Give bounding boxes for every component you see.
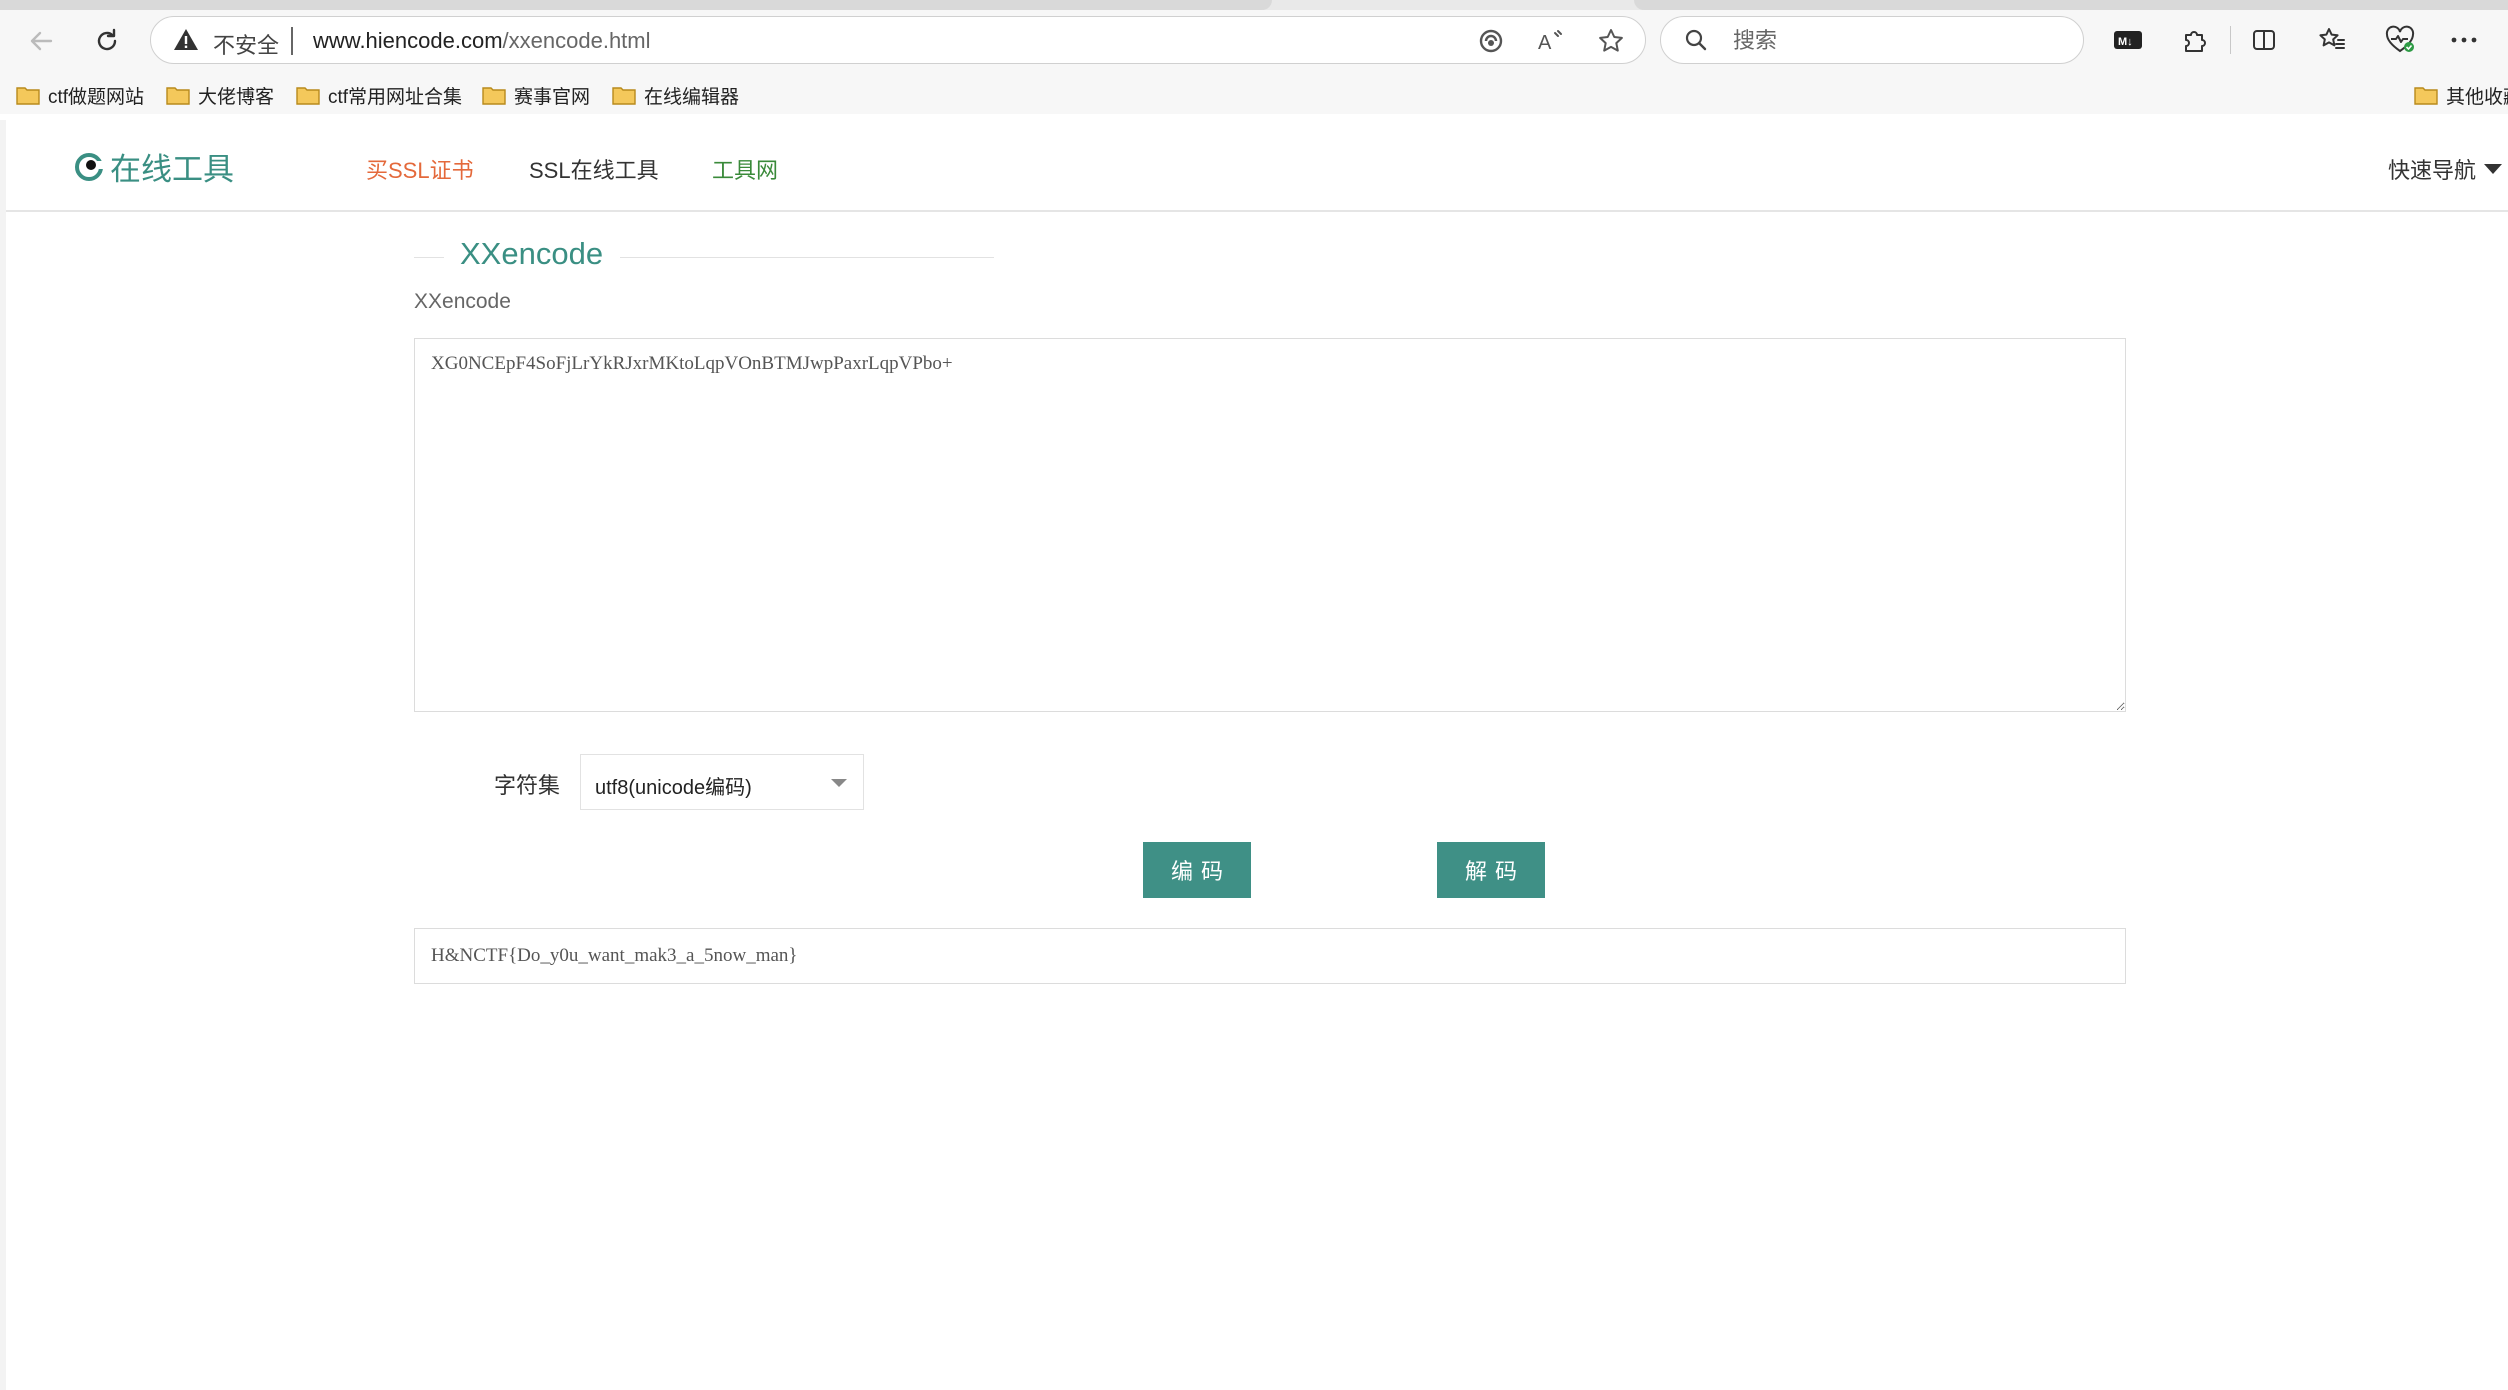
nav-link-ssl-tools[interactable]: SSL在线工具	[529, 153, 659, 185]
extensions-icon[interactable]	[2172, 18, 2216, 62]
folder-icon	[166, 87, 190, 105]
bookmark-folder[interactable]: 赛事官网	[482, 80, 590, 110]
security-label[interactable]: 不安全	[213, 28, 279, 60]
site-header: 在线工具 买SSL证书 SSL在线工具 工具网 快速导航	[6, 120, 2508, 212]
bookmark-folder[interactable]: 大佬博客	[166, 80, 274, 110]
section-heading: XXencode	[414, 236, 994, 278]
input-textarea[interactable]: XG0NCEpF4SoFjLrYkRJxrMKtoLqpVOnBTMJwpPax…	[414, 338, 2126, 712]
search-input[interactable]	[1731, 23, 2055, 59]
charset-select[interactable]: utf8(unicode编码)	[580, 754, 864, 810]
caret-down-icon	[2484, 164, 2503, 174]
browser-tab[interactable]	[1634, 0, 2508, 10]
folder-icon	[296, 87, 320, 105]
svg-text:M↓: M↓	[2118, 36, 2133, 48]
url-host: www.hiencode.com	[313, 28, 503, 53]
charset-selected-value: utf8(unicode编码)	[595, 777, 752, 799]
browser-essentials-icon[interactable]	[2378, 18, 2422, 62]
page-content: 在线工具 买SSL证书 SSL在线工具 工具网 快速导航 XXencode XX…	[6, 120, 2508, 1390]
folder-icon	[16, 87, 40, 105]
browser-tab[interactable]	[0, 0, 1272, 10]
logo-icon	[75, 152, 104, 181]
decode-button[interactable]: 解码	[1437, 842, 1545, 898]
folder-icon	[2414, 87, 2438, 105]
encode-button[interactable]: 编码	[1143, 842, 1251, 898]
chevron-down-icon	[831, 779, 847, 787]
favorite-star-icon[interactable]	[1595, 25, 1627, 57]
bookmark-label: 其他收藏	[2446, 86, 2508, 108]
back-button[interactable]	[18, 18, 64, 64]
bookmark-label: ctf做题网站	[48, 86, 145, 108]
back-arrow-icon	[30, 31, 53, 51]
site-logo[interactable]: 在线工具	[74, 144, 234, 189]
favorites-icon[interactable]	[2310, 18, 2354, 62]
page-title: XXencode	[460, 236, 604, 271]
logo-text: 在线工具	[110, 152, 234, 187]
browser-toolbar: 不安全 www.hiencode.com/xxencode.html A M↓	[0, 0, 2508, 114]
page-subtitle: XXencode	[414, 290, 511, 313]
warning-icon[interactable]	[173, 27, 199, 53]
bookmark-bar: ctf做题网站 大佬博客 ctf常用网址合集 赛事官网 在线编辑器 其他收藏	[0, 76, 2508, 114]
more-menu-icon[interactable]	[2442, 18, 2486, 62]
nav-link-tool-net[interactable]: 工具网	[712, 153, 778, 185]
reload-button[interactable]	[84, 18, 130, 64]
search-icon	[1685, 29, 1707, 51]
reload-icon	[97, 28, 117, 51]
bookmark-folder[interactable]: ctf做题网站	[16, 80, 144, 110]
title-divider-right	[620, 257, 994, 258]
svg-text:A: A	[1538, 32, 1552, 54]
address-separator	[291, 27, 293, 55]
app-available-icon[interactable]	[1475, 25, 1507, 57]
toolbar-separator	[2230, 26, 2231, 54]
title-divider-left	[414, 257, 444, 258]
tab-strip	[0, 0, 2508, 10]
charset-label: 字符集	[494, 773, 561, 798]
read-aloud-icon[interactable]: A	[1535, 25, 1567, 57]
nav-link-buy-ssl[interactable]: 买SSL证书	[366, 153, 474, 185]
bookmark-label: 赛事官网	[514, 86, 591, 108]
bookmark-label: 大佬博客	[198, 86, 275, 108]
folder-icon	[482, 87, 506, 105]
bookmark-folder[interactable]: 在线编辑器	[612, 80, 739, 110]
search-box[interactable]	[1660, 16, 2084, 64]
other-bookmarks-folder[interactable]: 其他收藏	[2414, 80, 2508, 110]
bookmark-label: ctf常用网址合集	[328, 86, 463, 108]
quick-nav-dropdown[interactable]: 快速导航	[2388, 153, 2503, 185]
split-screen-icon[interactable]	[2242, 18, 2286, 62]
markdown-extension-icon[interactable]: M↓	[2106, 18, 2150, 62]
url-text[interactable]: www.hiencode.com/xxencode.html	[313, 28, 651, 54]
bookmark-folder[interactable]: ctf常用网址合集	[296, 80, 462, 110]
output-field[interactable]	[414, 928, 2126, 984]
bookmark-label: 在线编辑器	[644, 86, 740, 108]
folder-icon	[612, 87, 636, 105]
quick-nav-label: 快速导航	[2388, 158, 2477, 183]
address-bar[interactable]: 不安全 www.hiencode.com/xxencode.html A	[150, 16, 1646, 64]
url-path: /xxencode.html	[502, 28, 651, 53]
